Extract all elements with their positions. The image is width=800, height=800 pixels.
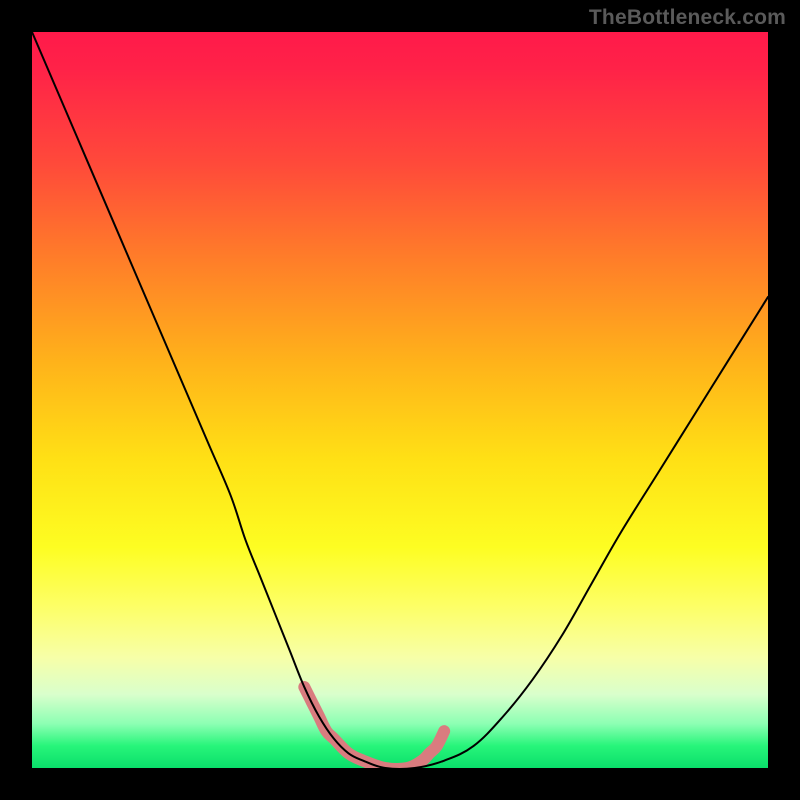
curve-layer	[32, 32, 768, 768]
plot-area	[32, 32, 768, 768]
curve-container	[32, 32, 768, 768]
chart-frame: TheBottleneck.com	[0, 0, 800, 800]
bottleneck-curve	[32, 32, 768, 768]
watermark-text: TheBottleneck.com	[589, 6, 786, 30]
